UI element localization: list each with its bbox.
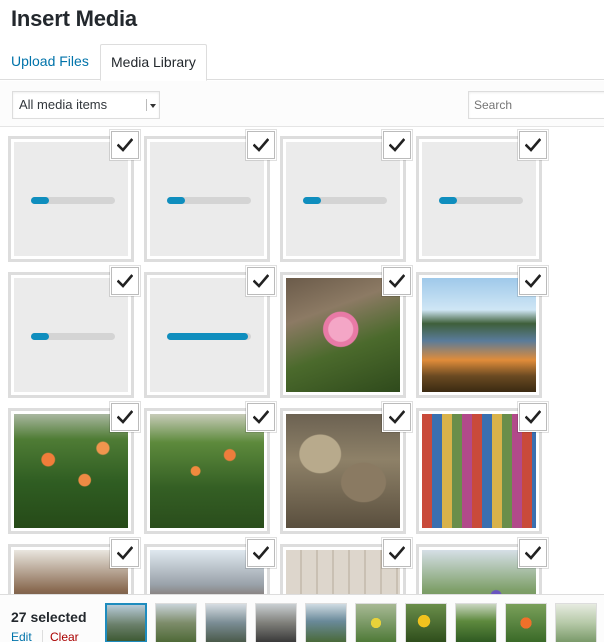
upload-progress-fill — [167, 197, 185, 204]
attachment-uploading-tile[interactable] — [280, 131, 411, 262]
attachment-tile[interactable] — [280, 267, 411, 398]
attachment-tile[interactable] — [144, 539, 275, 594]
attachment-thumbnail — [150, 414, 264, 528]
attachment-uploading-tile[interactable] — [8, 267, 139, 398]
selected-attachment-thumbnail[interactable] — [355, 603, 397, 642]
upload-progress-bar — [167, 333, 251, 340]
modal-title: Insert Media — [11, 6, 137, 31]
attachment-thumbnail — [422, 414, 536, 528]
selected-attachment-thumbnail[interactable] — [455, 603, 497, 642]
selection-count: 27 selected — [11, 609, 87, 625]
upload-progress-fill — [303, 197, 321, 204]
checkmark-icon[interactable] — [111, 539, 139, 567]
insert-media-modal: Insert Media Upload Files Media Library … — [0, 0, 604, 642]
checkmark-icon[interactable] — [247, 267, 275, 295]
media-toolbar: All media items — [0, 81, 604, 127]
checkmark-icon[interactable] — [519, 539, 547, 567]
selected-attachment-thumbnail[interactable] — [305, 603, 347, 642]
edit-selection-link[interactable]: Edit — [11, 630, 32, 642]
upload-progress-fill — [31, 333, 49, 340]
upload-progress-bar — [303, 197, 387, 204]
checkmark-icon[interactable] — [519, 403, 547, 431]
tab-upload-files[interactable]: Upload Files — [1, 44, 99, 80]
upload-progress-fill — [439, 197, 457, 204]
attachment-thumbnail — [286, 278, 400, 392]
checkmark-icon[interactable] — [247, 403, 275, 431]
selected-attachment-thumbnail[interactable] — [205, 603, 247, 642]
checkmark-icon[interactable] — [383, 267, 411, 295]
attachment-tile[interactable] — [144, 403, 275, 534]
upload-progress-bar — [31, 197, 115, 204]
tab-media-library[interactable]: Media Library — [100, 44, 207, 81]
upload-progress-bar — [439, 197, 523, 204]
attachment-tile[interactable] — [8, 403, 139, 534]
checkmark-icon[interactable] — [383, 539, 411, 567]
media-filter-select[interactable]: All media items — [12, 91, 160, 119]
attachment-uploading-tile[interactable] — [144, 267, 275, 398]
media-router-tabs: Upload Files Media Library — [0, 44, 604, 81]
clear-selection-link[interactable]: Clear — [42, 630, 79, 642]
upload-progress-bar — [167, 197, 251, 204]
caret-down-icon — [146, 99, 156, 111]
search-input[interactable] — [468, 91, 604, 119]
attachment-thumbnail — [14, 414, 128, 528]
attachment-thumbnail — [286, 414, 400, 528]
checkmark-icon[interactable] — [111, 131, 139, 159]
selected-attachment-thumbnail[interactable] — [155, 603, 197, 642]
attachment-tile[interactable] — [280, 403, 411, 534]
selected-attachment-thumbnail[interactable] — [555, 603, 597, 642]
checkmark-icon[interactable] — [383, 131, 411, 159]
checkmark-icon[interactable] — [519, 131, 547, 159]
checkmark-icon[interactable] — [111, 267, 139, 295]
attachment-tile[interactable] — [416, 539, 547, 594]
checkmark-icon[interactable] — [247, 131, 275, 159]
attachment-tile[interactable] — [416, 267, 547, 398]
upload-progress-fill — [31, 197, 49, 204]
upload-progress-bar — [31, 333, 115, 340]
selected-attachment-thumbnail[interactable] — [105, 603, 147, 642]
selected-attachment-thumbnail[interactable] — [505, 603, 547, 642]
attachment-uploading-tile[interactable] — [8, 131, 139, 262]
attachment-tile[interactable] — [416, 403, 547, 534]
attachment-uploading-tile[interactable] — [144, 131, 275, 262]
selected-attachment-thumbnail[interactable] — [255, 603, 297, 642]
attachment-thumbnail — [422, 278, 536, 392]
selection-footer: 27 selected Edit Clear — [0, 594, 604, 642]
attachment-tile[interactable] — [8, 539, 139, 594]
media-filter-value: All media items — [19, 97, 108, 112]
selected-attachment-thumbnail[interactable] — [405, 603, 447, 642]
attachment-uploading-tile[interactable] — [416, 131, 547, 262]
attachments-grid — [0, 128, 604, 594]
checkmark-icon[interactable] — [111, 403, 139, 431]
checkmark-icon[interactable] — [519, 267, 547, 295]
checkmark-icon[interactable] — [383, 403, 411, 431]
upload-progress-fill — [167, 333, 248, 340]
checkmark-icon[interactable] — [247, 539, 275, 567]
attachment-tile[interactable] — [280, 539, 411, 594]
